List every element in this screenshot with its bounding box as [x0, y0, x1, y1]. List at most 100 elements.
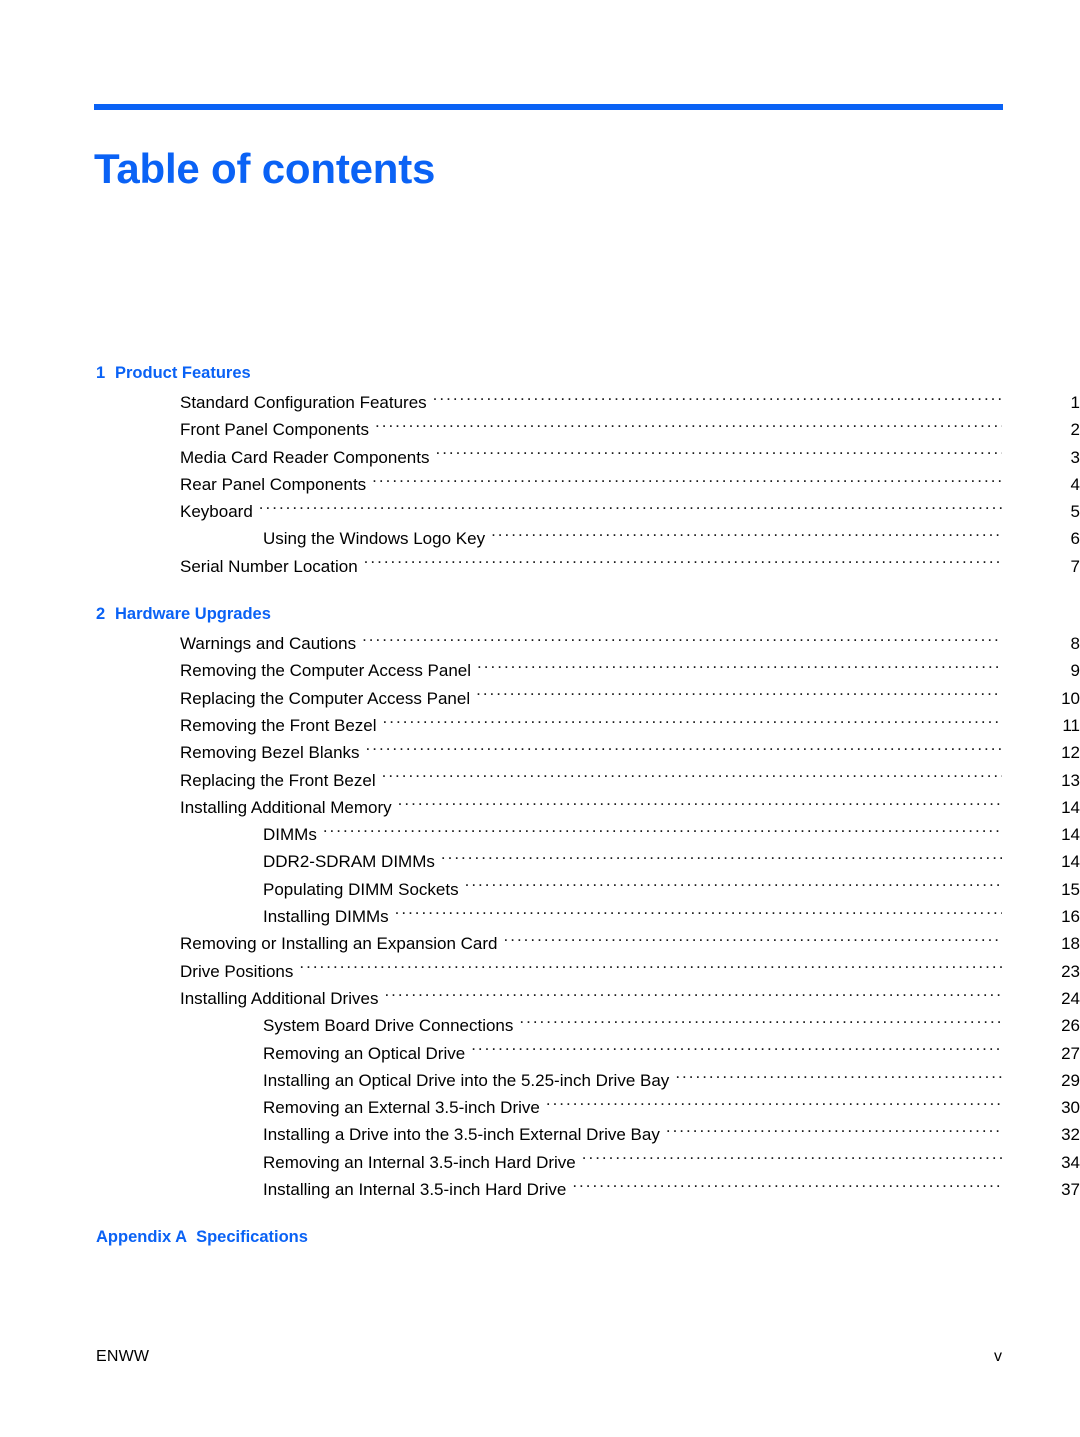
toc-leader-dots — [372, 473, 1002, 490]
toc-entry[interactable]: Removing the Computer Access Panel 9 — [0, 657, 1080, 684]
toc-leader-dots — [675, 1069, 1002, 1086]
toc-leader-dots — [477, 659, 1002, 676]
toc-entry-page-number: 4 — [1070, 474, 1080, 494]
toc-entry[interactable]: Populating DIMM Sockets 15 — [0, 876, 1080, 903]
toc-entry-page-number: 37 — [1061, 1180, 1080, 1200]
toc-entry-text: DIMMs — [263, 825, 317, 845]
toc-entry[interactable]: Removing the Front Bezel 11 — [0, 712, 1080, 739]
toc-entry[interactable]: Removing an Internal 3.5-inch Hard Drive… — [0, 1149, 1080, 1176]
toc-entry-text: Removing the Computer Access Panel — [180, 661, 472, 681]
document-page: Table of contents 1 Product Features Stand… — [0, 0, 1080, 1437]
toc-leader-dots — [582, 1151, 1002, 1168]
toc-entry[interactable]: Removing or Installing an Expansion Card… — [0, 930, 1080, 957]
toc-entry[interactable]: Front Panel Components 2 — [0, 416, 1080, 443]
toc-entry-text: Removing or Installing an Expansion Card — [180, 934, 498, 954]
toc-entry-page-number: 10 — [1061, 688, 1080, 708]
toc-entry-text: Populating DIMM Sockets — [263, 879, 459, 899]
toc-entry[interactable]: Keyboard 5 — [0, 498, 1080, 525]
toc-entry-page-number: 24 — [1061, 988, 1080, 1008]
toc-entry-page-number: 32 — [1061, 1125, 1080, 1145]
toc-entry-text: Front Panel Components — [180, 420, 369, 440]
toc-entry[interactable]: Removing an Optical Drive 27 — [0, 1040, 1080, 1067]
toc-entry[interactable]: Rear Panel Components 4 — [0, 471, 1080, 498]
toc-entry[interactable]: Installing Additional Memory 14 — [0, 794, 1080, 821]
toc-section-heading[interactable]: 1 Product Features — [96, 362, 1080, 384]
toc-leader-dots — [471, 1042, 1002, 1059]
toc-section-heading[interactable]: Appendix A Specifications — [96, 1226, 1080, 1248]
toc-leader-dots — [398, 796, 1002, 813]
toc-leader-dots — [435, 446, 1002, 463]
toc-entry-page-number: 2 — [1070, 420, 1080, 440]
toc-leader-dots — [384, 987, 1002, 1004]
toc-entry-page-number: 5 — [1070, 502, 1080, 522]
toc-entry-page-number: 18 — [1061, 934, 1080, 954]
toc-entry-list: Standard Configuration Features 1 Front Pa… — [0, 389, 1080, 580]
toc-entry[interactable]: Installing Additional Drives 24 — [0, 985, 1080, 1012]
toc-entry-text: Removing the Front Bezel — [180, 715, 377, 735]
toc-entry-page-number: 9 — [1070, 661, 1080, 681]
toc-entry[interactable]: Replacing the Computer Access Panel 10 — [0, 685, 1080, 712]
toc-entry-text: Installing a Drive into the 3.5-inch Ext… — [263, 1125, 660, 1145]
toc-entry[interactable]: Removing Bezel Blanks 12 — [0, 739, 1080, 766]
toc-leader-dots — [323, 823, 1002, 840]
toc-entry-page-number: 34 — [1061, 1152, 1080, 1172]
toc-section-label: Specifications — [196, 1228, 308, 1247]
toc-entry-page-number: 30 — [1061, 1098, 1080, 1118]
toc-entry-text: Rear Panel Components — [180, 474, 367, 494]
toc-section: 2 Hardware Upgrades Warnings and Cautions 8… — [0, 603, 1080, 1203]
toc-entry[interactable]: Drive Positions 23 — [0, 958, 1080, 985]
toc-entry-text: Serial Number Location — [180, 556, 358, 576]
toc-entry[interactable]: Installing a Drive into the 3.5-inch Ext… — [0, 1121, 1080, 1148]
toc-entry[interactable]: Removing an External 3.5-inch Drive 30 — [0, 1094, 1080, 1121]
toc-entry-page-number: 23 — [1061, 961, 1080, 981]
toc-entry[interactable]: Installing an Optical Drive into the 5.2… — [0, 1067, 1080, 1094]
toc-entry-page-number: 3 — [1070, 447, 1080, 467]
toc-entry[interactable]: System Board Drive Connections 26 — [0, 1012, 1080, 1039]
toc-leader-dots — [465, 878, 1002, 895]
footer-locale-code: ENWW — [96, 1348, 150, 1365]
toc-section-number: Appendix A — [96, 1228, 188, 1247]
toc-entry-text: Installing DIMMs — [263, 907, 389, 927]
toc-entry[interactable]: DIMMs 14 — [0, 821, 1080, 848]
toc-leader-dots — [666, 1123, 1002, 1140]
toc-entry-text: DDR2-SDRAM DIMMs — [263, 852, 435, 872]
toc-leader-dots — [382, 769, 1002, 786]
toc-entry-text: Standard Configuration Features — [180, 393, 427, 412]
toc-section-number: 2 — [96, 605, 106, 624]
page-title: Table of contents — [94, 145, 436, 193]
toc-entry-page-number: 27 — [1061, 1043, 1080, 1063]
toc-entry-text: Drive Positions — [180, 961, 294, 981]
toc-entry-page-number: 29 — [1061, 1070, 1080, 1090]
toc-entry-page-number: 14 — [1061, 797, 1080, 817]
toc-entry[interactable]: Installing DIMMs 16 — [0, 903, 1080, 930]
toc-entry[interactable]: Replacing the Front Bezel 13 — [0, 767, 1080, 794]
toc-leader-dots — [395, 905, 1002, 922]
toc-entry-text: Removing an Optical Drive — [263, 1043, 466, 1063]
toc-entry[interactable]: Media Card Reader Components 3 — [0, 444, 1080, 471]
toc-entry-text: Removing an External 3.5-inch Drive — [263, 1098, 540, 1118]
toc-entry-text: Installing an Optical Drive into the 5.2… — [263, 1070, 670, 1090]
toc-leader-dots — [366, 741, 1002, 758]
toc-entry-page-number: 1 — [1070, 393, 1080, 412]
toc-entry[interactable]: Serial Number Location 7 — [0, 553, 1080, 580]
toc-section-heading[interactable]: 2 Hardware Upgrades — [96, 603, 1080, 625]
toc-leader-dots — [364, 555, 1002, 572]
page-footer: ENWW v — [96, 1348, 1002, 1366]
toc-entry-text: Warnings and Cautions — [180, 634, 357, 654]
toc-entry-page-number: 8 — [1070, 634, 1080, 654]
toc-entry-page-number: 14 — [1061, 825, 1080, 845]
toc-section: Appendix A Specifications — [0, 1226, 1080, 1248]
toc-entry[interactable]: Using the Windows Logo Key 6 — [0, 525, 1080, 552]
toc-entry-text: Replacing the Computer Access Panel — [180, 688, 471, 708]
toc-entry-page-number: 12 — [1061, 743, 1080, 763]
toc-entry[interactable]: DDR2-SDRAM DIMMs 14 — [0, 848, 1080, 875]
toc-entry-page-number: 26 — [1061, 1016, 1080, 1036]
toc-entry-page-number: 14 — [1061, 852, 1080, 872]
toc-entry[interactable]: Installing an Internal 3.5-inch Hard Dri… — [0, 1176, 1080, 1203]
toc-leader-dots — [491, 527, 1002, 544]
toc-section-label: Hardware Upgrades — [115, 605, 271, 624]
toc-leader-dots — [504, 932, 1002, 949]
toc-entry[interactable]: Standard Configuration Features 1 — [0, 389, 1080, 416]
toc-entry[interactable]: Warnings and Cautions 8 — [0, 630, 1080, 657]
toc-entry-text: Removing Bezel Blanks — [180, 743, 360, 763]
